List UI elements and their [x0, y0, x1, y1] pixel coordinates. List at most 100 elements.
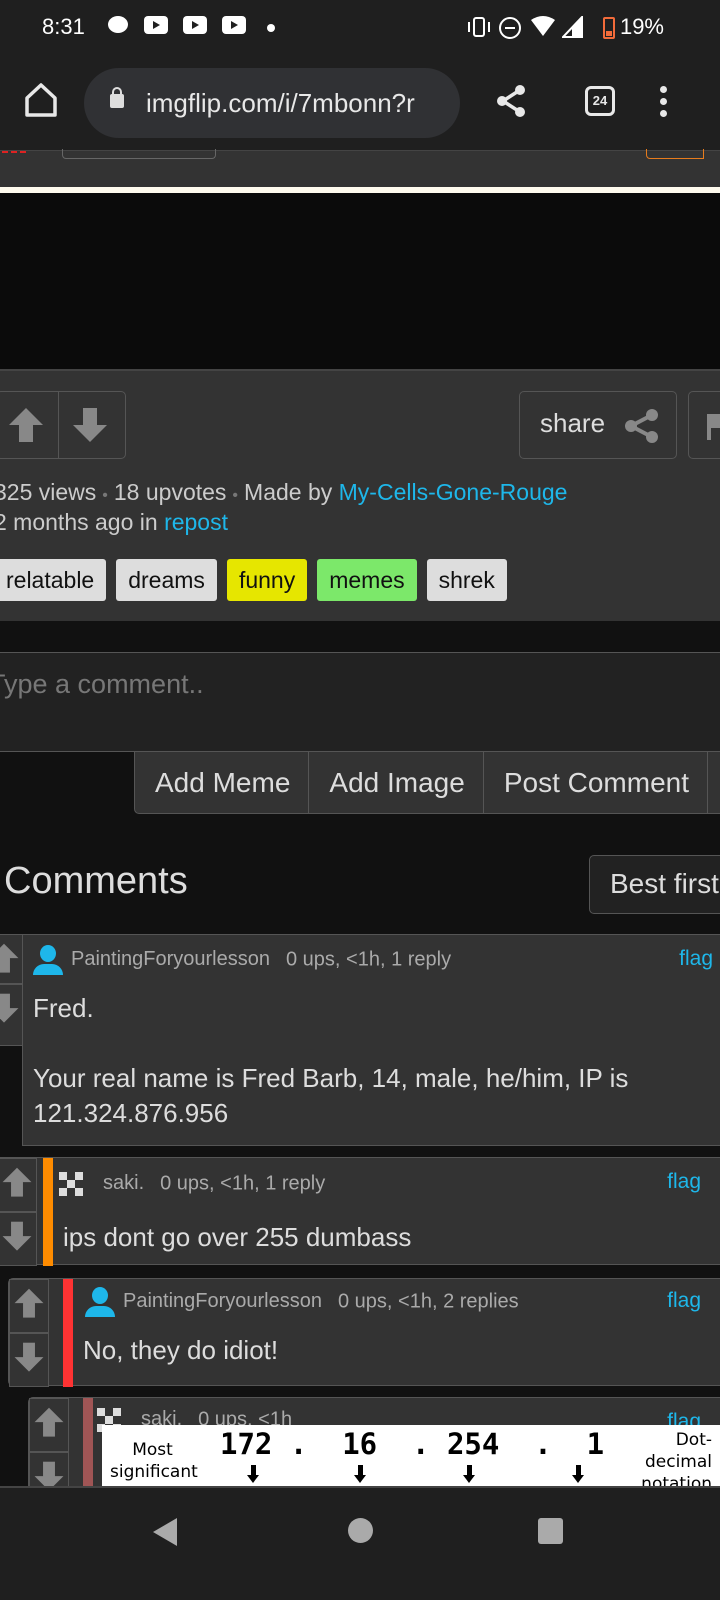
- down-arrow-icon: [463, 1465, 475, 1485]
- tag[interactable]: relatable: [0, 559, 107, 601]
- address-bar[interactable]: imgflip.com/i/7mbonn?r: [84, 68, 460, 138]
- meme-age-line: 2 months ago in repost: [0, 509, 228, 536]
- youtube-icon: [144, 16, 168, 34]
- upvote-button[interactable]: [9, 408, 43, 444]
- youtube-icon: [183, 16, 207, 34]
- down-arrow-icon: [354, 1465, 366, 1485]
- flag-link[interactable]: flag: [667, 1170, 701, 1194]
- comment-upvote-button[interactable]: [29, 1398, 69, 1452]
- tabs-icon[interactable]: 24: [585, 86, 615, 116]
- comment-text: No, they do idiot!: [83, 1335, 279, 1365]
- comment-header: PaintingForyourlesson 0 ups, <1h, 1 reply: [33, 945, 451, 975]
- tag[interactable]: funny: [226, 559, 308, 601]
- status-bar: 8:31 19%: [0, 0, 720, 56]
- comments-heading: Comments: [4, 860, 188, 902]
- home-icon[interactable]: [24, 82, 58, 118]
- tag[interactable]: shrek: [426, 559, 507, 601]
- comment-thread-bar: [63, 1279, 73, 1387]
- pixel-avatar-icon: [59, 1172, 83, 1196]
- tag-list: relatable dreams funny memes shrek: [0, 559, 517, 601]
- comment: PaintingForyourlesson 0 ups, <1h, 1 reply…: [22, 934, 720, 1146]
- comment-header: PaintingForyourlesson 0 ups, <1h, 2 repli…: [85, 1287, 519, 1317]
- comment-username[interactable]: PaintingForyourlesson: [123, 1290, 322, 1312]
- comment-meta: 0 ups, <1h, 1 reply: [286, 948, 452, 971]
- comment-text: ips dont go over 255 dumbass: [63, 1222, 412, 1252]
- flag-link[interactable]: flag: [667, 1289, 701, 1313]
- meme-age: 2 months ago in: [0, 509, 158, 535]
- meme-info-panel: share 325 views • 18 upvotes • Made by My-Ce…: [0, 369, 720, 621]
- comment-sort-select[interactable]: Best first: [589, 855, 720, 914]
- comment-upvote-button[interactable]: [0, 1158, 37, 1212]
- recents-icon[interactable]: [538, 1518, 563, 1544]
- share-button[interactable]: share: [519, 391, 677, 459]
- vibrate-icon: [468, 17, 490, 37]
- comment-meta: 0 ups, <1h, 2 replies: [338, 1290, 519, 1313]
- upload-button-remnant[interactable]: [646, 149, 704, 159]
- image-right-label: Dot-decimal notation: [641, 1430, 712, 1487]
- share-label: share: [540, 408, 606, 438]
- home-circle-icon[interactable]: [348, 1518, 373, 1543]
- comment: saki. 0 ups, <1h, 1 reply flag ips dont g…: [0, 1157, 720, 1266]
- comment-downvote-button[interactable]: [9, 1333, 49, 1387]
- vote-divider: [58, 392, 59, 458]
- comment-image[interactable]: Most significant 172 . 16 . 254 . 1 Dot-…: [102, 1425, 720, 1487]
- flag-icon: [707, 414, 720, 440]
- person-icon: [33, 945, 63, 975]
- flag-link[interactable]: flag: [679, 947, 713, 971]
- comment-meta: 0 ups, <1h, 1 reply: [160, 1172, 326, 1195]
- add-image-button[interactable]: Add Image: [309, 752, 484, 813]
- browser-toolbar: imgflip.com/i/7mbonn?r 24: [0, 56, 720, 150]
- add-meme-button[interactable]: Add Meme: [135, 752, 310, 813]
- down-arrow-icon: [572, 1465, 584, 1485]
- comment-text: Fred. Your real name is Fred Barb, 14, m…: [33, 991, 720, 1131]
- share-icon: [625, 409, 658, 443]
- post-comment-button[interactable]: Post Comment: [484, 752, 708, 813]
- upvote-count: 18 upvotes: [113, 479, 227, 505]
- author-link[interactable]: My-Cells-Gone-Rouge: [339, 479, 568, 505]
- battery-percent: 19%: [619, 14, 664, 39]
- image-ip-octets: 172 . 16 . 254 . 1: [220, 1427, 605, 1461]
- comment-username[interactable]: PaintingForyourlesson: [71, 948, 270, 970]
- cell-signal-icon: [562, 16, 583, 38]
- comment-header: saki. 0 ups, <1h, 1 reply: [59, 1172, 325, 1196]
- comment-username[interactable]: saki.: [103, 1172, 144, 1194]
- comment-downvote-button[interactable]: [0, 1212, 37, 1266]
- battery-icon: [603, 17, 615, 39]
- down-arrow-icon: [247, 1465, 259, 1485]
- composer-actions: Add Meme Add Image Post Comment: [134, 751, 720, 814]
- person-icon: [85, 1287, 115, 1317]
- lock-icon: [110, 87, 124, 108]
- more-vert-icon[interactable]: [660, 86, 668, 120]
- made-by-label: Made by: [244, 479, 333, 505]
- comment-upvote-button[interactable]: [9, 1279, 49, 1333]
- stream-link[interactable]: repost: [164, 509, 228, 535]
- tag[interactable]: memes: [317, 559, 417, 601]
- android-nav-bar: [0, 1486, 720, 1600]
- search-box-remnant[interactable]: [62, 149, 216, 159]
- do-not-disturb-icon: [499, 17, 521, 39]
- view-count: 325 views: [0, 479, 97, 505]
- comment-thread-bar: [43, 1158, 53, 1266]
- comment-input[interactable]: Type a comment..: [0, 652, 720, 752]
- image-left-label: Most significant: [110, 1440, 198, 1482]
- youtube-icon: [222, 16, 246, 34]
- tag[interactable]: dreams: [116, 559, 217, 601]
- chat-bubble-icon: [108, 16, 128, 33]
- comment-placeholder: Type a comment..: [0, 669, 204, 699]
- wifi-icon: [531, 16, 555, 36]
- url-text[interactable]: imgflip.com/i/7mbonn?r: [146, 88, 452, 119]
- downvote-button[interactable]: [73, 408, 107, 444]
- logo-remnant: [2, 151, 26, 153]
- comment: PaintingForyourlesson 0 ups, <1h, 2 repli…: [8, 1278, 720, 1387]
- comment-text-line: Your real name is Fred Barb, 14, male, h…: [33, 1063, 629, 1128]
- meme-image[interactable]: [0, 193, 720, 369]
- meme-stats: 325 views • 18 upvotes • Made by My-Cells-Go…: [0, 479, 567, 506]
- dot-icon: [267, 24, 275, 32]
- share-icon[interactable]: [495, 84, 527, 118]
- status-time: 8:31: [42, 14, 85, 39]
- comment-text-line: Fred.: [33, 993, 94, 1023]
- meme-vote-group: [0, 391, 126, 459]
- back-icon[interactable]: [153, 1518, 177, 1546]
- site-header-remnant: [0, 149, 720, 187]
- flag-button[interactable]: [688, 391, 720, 459]
